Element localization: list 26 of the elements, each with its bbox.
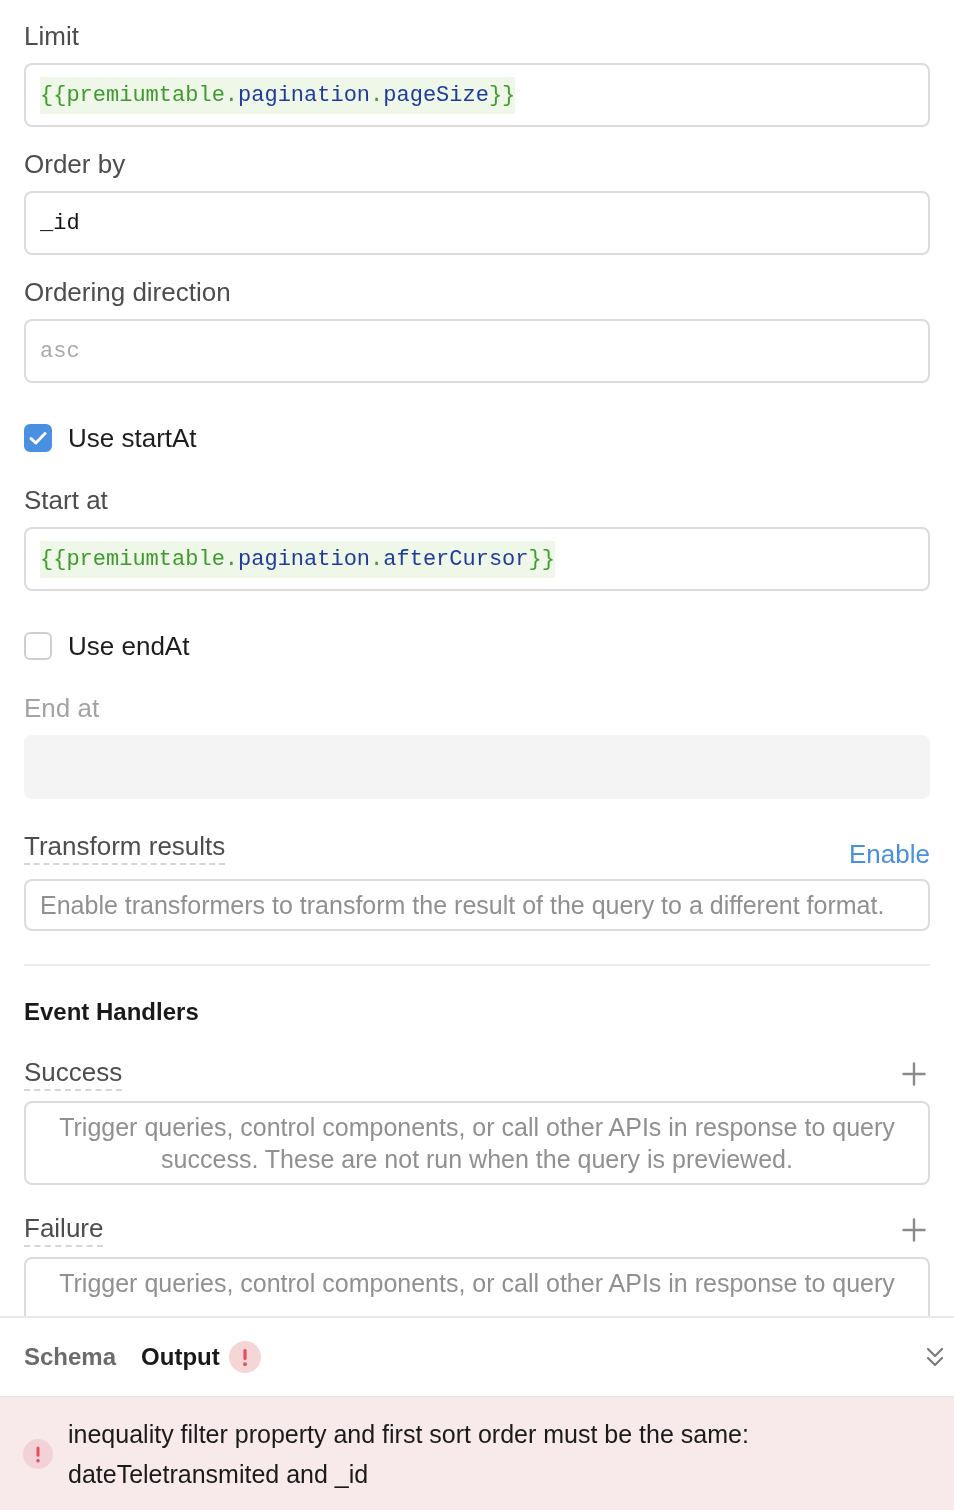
transform-hint-panel: Enable transformers to transform the result of the query to a different format.: [24, 879, 930, 931]
checkbox-label[interactable]: Use startAt: [68, 424, 197, 452]
input-field[interactable]: {{premiumtable.pagination.pageSize}}: [24, 63, 930, 127]
plus-icon[interactable]: [902, 1062, 926, 1086]
checkmark-icon: [29, 431, 47, 445]
field-label: End at: [24, 692, 100, 724]
field-label: Ordering direction: [24, 276, 231, 308]
field-label: Order by: [24, 148, 126, 180]
section-title: Event Handlers: [24, 997, 199, 1027]
checkbox[interactable]: [24, 632, 52, 660]
error-message: inequality filter property and first sort order must be the same: dateTeletransmited and _id: [68, 1418, 750, 1490]
handler-hint-panel: Trigger queries, control components, or call other APIs in response to query success. These are not run when the query is previewed.: [24, 1101, 930, 1185]
field-label: Start at: [24, 484, 108, 516]
alert-icon: [23, 1438, 53, 1469]
field-label: Limit: [24, 20, 79, 52]
handler-label: Failure: [24, 1213, 104, 1247]
input-field[interactable]: _id: [24, 191, 930, 255]
plus-icon[interactable]: [902, 1218, 926, 1242]
handler-label: Success: [24, 1057, 123, 1091]
checkbox-label[interactable]: Use endAt: [68, 632, 190, 660]
tab[interactable]: Output: [141, 1342, 220, 1372]
double-chevron-icon[interactable]: [926, 1346, 944, 1368]
input-field[interactable]: {{premiumtable.pagination.afterCursor}}: [24, 527, 930, 591]
tab[interactable]: Schema: [24, 1342, 117, 1372]
section-label: Transform results: [24, 831, 226, 865]
checkbox[interactable]: [24, 424, 52, 452]
